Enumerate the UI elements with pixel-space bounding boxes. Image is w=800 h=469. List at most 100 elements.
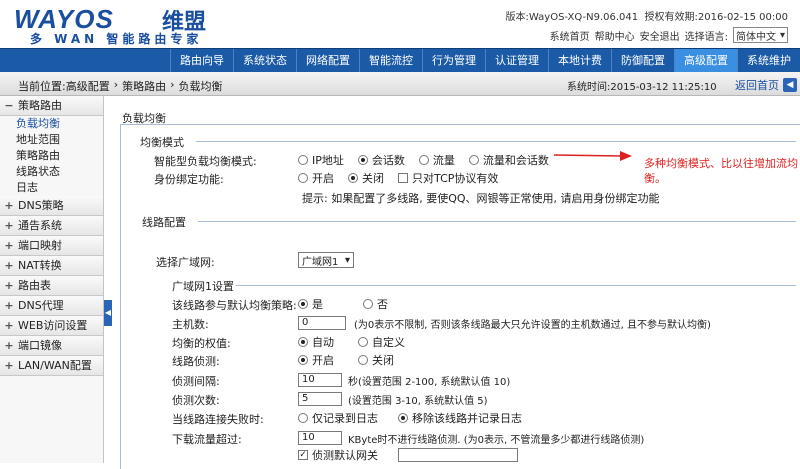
mode-traffic-session-label: 流量和会话数 (482, 154, 549, 167)
hosts-input[interactable]: 0 (298, 316, 346, 330)
chevron-down-icon: ▾ (779, 29, 785, 41)
back-home-button[interactable]: 返回首页 ◀ (735, 77, 797, 93)
nav-defense[interactable]: 防御配置 (611, 49, 674, 72)
sidebar-section-label: 端口映射 (18, 239, 62, 252)
gateway-input[interactable] (398, 448, 518, 462)
nav-status[interactable]: 系统状态 (233, 49, 296, 72)
sidebar-item-line-status[interactable]: 线路状态 (0, 164, 103, 180)
expand-icon: + (4, 219, 14, 232)
hosts-label: 主机数: (172, 318, 209, 331)
checkbox-icon (398, 173, 408, 183)
weight-auto-radio[interactable]: 自动 (298, 334, 334, 350)
gateway-checkbox[interactable]: ✓ 侦测默认网关 (298, 447, 378, 463)
radio-icon (298, 173, 308, 183)
interval-input[interactable]: 10 (298, 373, 342, 387)
join-no-radio[interactable]: 否 (363, 296, 388, 312)
mode-options: IP地址 会话数 流量 流量和会话数 (298, 152, 563, 168)
sidebar-section-route-table[interactable]: + 路由表 (0, 276, 103, 296)
nav-network[interactable]: 网络配置 (296, 49, 359, 72)
sidebar-toggle-icon[interactable]: ◀ (104, 300, 112, 326)
back-arrow-icon: ◀ (783, 78, 797, 92)
sidebar-section-policy-route[interactable]: − 策略路由 (0, 96, 103, 116)
radio-icon (298, 155, 308, 165)
radio-checked-icon (398, 413, 408, 423)
brand-slogan: 多 WAN 智能路由专家 (30, 32, 203, 46)
back-home-label: 返回首页 (735, 79, 779, 92)
sidebar-section-nat[interactable]: + NAT转换 (0, 256, 103, 276)
gateway-label: 侦测默认网关 (312, 449, 378, 462)
radio-icon (468, 155, 479, 165)
version-text: 版本:WayOS-XQ-N9.06.041 (505, 12, 639, 23)
collapse-icon: − (4, 99, 14, 112)
weight-options: 自动 自定义 (298, 334, 419, 350)
logout-link[interactable]: 安全退出 (640, 28, 680, 43)
bind-on-radio[interactable]: 开启 (298, 170, 334, 186)
breadcrumb-policy-route[interactable]: 策略路由 (122, 78, 166, 94)
mode-session-radio[interactable]: 会话数 (357, 152, 405, 168)
fail-log-radio[interactable]: 仅记录到日志 (298, 410, 378, 426)
detect-options: 开启 关闭 (298, 352, 408, 368)
radio-checked-icon (357, 155, 368, 165)
nav-billing[interactable]: 本地计费 (548, 49, 611, 72)
nav-behavior[interactable]: 行为管理 (422, 49, 485, 72)
sidebar-section-notice[interactable]: + 通告系统 (0, 216, 103, 236)
mode-traffic-radio[interactable]: 流量 (418, 152, 455, 168)
line-config-header: 线路配置 (142, 216, 186, 229)
language-value: 简体中文 (735, 31, 776, 43)
sidebar-section-dns-policy[interactable]: + DNS策略 (0, 196, 103, 216)
sidebar-section-web-access[interactable]: + WEB访问设置 (0, 316, 103, 336)
join-options: 是 否 (298, 296, 402, 312)
sidebar-section-port-mapping[interactable]: + 端口映射 (0, 236, 103, 256)
weight-auto-label: 自动 (312, 336, 334, 349)
radio-checked-icon (298, 299, 308, 309)
mode-traffic-session-radio[interactable]: 流量和会话数 (468, 152, 549, 168)
annotation-text: 多种均衡模式、比以往增加流均衡。 (644, 157, 798, 185)
bind-on-label: 开启 (312, 172, 334, 185)
nav-advanced[interactable]: 高级配置 (674, 49, 737, 72)
interval-row: 10 秒(设置范围 2-100, 系统默认值 10) (298, 372, 510, 388)
sidebar-item-address-range[interactable]: 地址范围 (0, 132, 103, 148)
language-select[interactable]: 简体中文 ▾ (732, 27, 788, 43)
help-link[interactable]: 帮助中心 (595, 28, 635, 43)
traffic-note: KByte时不进行线路侦测. (为0表示, 不管流量多少都进行线路侦测) (348, 434, 645, 446)
nav-maintenance[interactable]: 系统维护 (737, 49, 800, 72)
count-input[interactable]: 5 (298, 392, 342, 406)
tcp-only-checkbox[interactable]: 只对TCP协议有效 (398, 170, 498, 186)
radio-checked-icon (298, 355, 308, 365)
radio-icon (298, 413, 308, 423)
traffic-row: 10 KByte时不进行线路侦测. (为0表示, 不管流量多少都进行线路侦测) (298, 430, 644, 446)
home-link[interactable]: 系统首页 (550, 28, 590, 43)
expand-icon: + (4, 359, 14, 372)
nav-flow-control[interactable]: 智能流控 (359, 49, 422, 72)
bind-off-radio[interactable]: 关闭 (348, 170, 384, 186)
radio-icon (358, 337, 368, 347)
breadcrumb-separator: › (113, 78, 119, 91)
detect-off-radio[interactable]: 关闭 (358, 352, 394, 368)
weight-custom-radio[interactable]: 自定义 (358, 334, 405, 350)
balance-mode-header: 均衡模式 (140, 136, 184, 149)
count-note: (设置范围 3-10, 系统默认值 5) (348, 395, 488, 407)
traffic-input[interactable]: 10 (298, 431, 342, 445)
detect-on-radio[interactable]: 开启 (298, 352, 334, 368)
radio-checked-icon (348, 173, 358, 183)
sidebar-section-dns-proxy[interactable]: + DNS代理 (0, 296, 103, 316)
select-wan-label: 选择广域网: (156, 256, 215, 269)
wan-select-value: 广域网1 (302, 256, 339, 268)
sidebar-item-log[interactable]: 日志 (0, 180, 103, 196)
mode-ip-radio[interactable]: IP地址 (298, 152, 344, 168)
gateway-row: ✓ 侦测默认网关 (298, 447, 518, 463)
count-label: 侦测次数: (172, 394, 220, 407)
sidebar-item-policy-route[interactable]: 策略路由 (0, 148, 103, 164)
sidebar-section-lan-wan[interactable]: + LAN/WAN配置 (0, 356, 103, 376)
nav-wizard[interactable]: 路由向导 (170, 49, 233, 72)
fail-remove-radio[interactable]: 移除该线路并记录日志 (398, 410, 522, 426)
sidebar-section-label: NAT转换 (18, 259, 62, 272)
wan-select[interactable]: 广域网1 ▾ (298, 252, 354, 268)
sidebar-item-load-balance[interactable]: 负载均衡 (0, 116, 103, 132)
system-time: 系统时间:2015-03-12 11:25:10 (567, 82, 717, 93)
sidebar-section-port-mirror[interactable]: + 端口镜像 (0, 336, 103, 356)
radio-checked-icon (298, 337, 308, 347)
nav-auth[interactable]: 认证管理 (485, 49, 548, 72)
detect-label: 线路侦测: (172, 355, 220, 368)
join-yes-radio[interactable]: 是 (298, 296, 323, 312)
